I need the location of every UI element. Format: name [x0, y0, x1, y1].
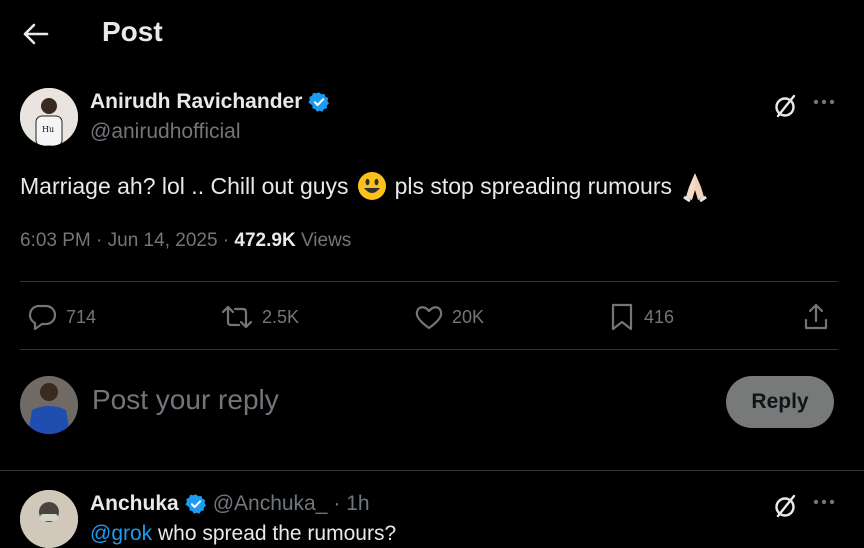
comment-icon: [28, 304, 57, 331]
reply-author: Anchuka @Anchuka_ · 1h: [90, 492, 370, 516]
post-text-part2: pls stop spreading rumours: [394, 172, 672, 199]
grok-button[interactable]: [772, 92, 800, 120]
reply-text: @grok who spread the rumours?: [90, 522, 396, 546]
grok-button[interactable]: [772, 492, 800, 520]
post-text-part1: Marriage ah? lol .. Chill out guys: [20, 172, 349, 199]
reply-input[interactable]: Post your reply: [92, 384, 279, 416]
grok-icon: [775, 94, 796, 118]
more-horizontal-icon: [813, 499, 835, 505]
svg-text:Hu: Hu: [42, 125, 54, 134]
author-avatar[interactable]: Hu: [20, 88, 78, 146]
reply-count: 714: [66, 306, 97, 327]
more-options-button[interactable]: [810, 492, 838, 516]
reply-author-handle[interactable]: @Anchuka_: [213, 492, 328, 516]
more-options-button[interactable]: [810, 92, 838, 116]
bookmark-count: 416: [644, 306, 675, 327]
reply-timestamp[interactable]: · 1h: [333, 492, 369, 516]
reply-author-avatar[interactable]: [20, 490, 78, 548]
like-count: 20K: [452, 306, 485, 327]
bookmark-action[interactable]: 416: [608, 300, 674, 334]
divider: [20, 281, 838, 282]
post-text: Marriage ah? lol .. Chill out guys pls s…: [20, 170, 710, 202]
views-count: 472.9K: [234, 230, 296, 251]
reply-action[interactable]: 714: [28, 300, 96, 334]
share-icon: [804, 303, 828, 330]
author-handle[interactable]: @anirudhofficial: [90, 120, 241, 144]
more-horizontal-icon: [813, 99, 835, 105]
folded-hands-emoji-icon: [680, 170, 710, 202]
reply-button[interactable]: Reply: [726, 376, 834, 428]
repost-count: 2.5K: [262, 306, 300, 327]
post-meta: 6:03 PM · Jun 14, 2025 · 472.9K Views: [20, 230, 351, 252]
post-timestamp[interactable]: 6:03 PM · Jun 14, 2025 ·: [20, 230, 234, 251]
repost-action[interactable]: 2.5K: [220, 300, 299, 334]
author-name-text: Anirudh Ravichander: [90, 90, 303, 113]
divider: [20, 349, 838, 350]
bookmark-icon: [611, 303, 633, 331]
verified-badge-icon: [185, 494, 206, 514]
page-title: Post: [102, 16, 163, 47]
divider: [0, 470, 864, 471]
views-label: Views: [295, 230, 352, 251]
user-avatar[interactable]: [20, 376, 78, 434]
back-button[interactable]: [20, 18, 52, 50]
like-action[interactable]: 20K: [414, 300, 484, 334]
verified-badge-icon: [308, 92, 330, 112]
author-name[interactable]: Anirudh Ravichander: [90, 90, 330, 114]
grok-icon: [775, 494, 796, 518]
smiley-emoji-icon: [357, 171, 387, 201]
arrow-left-icon: [23, 23, 49, 45]
repost-icon: [221, 305, 253, 329]
mention-link[interactable]: @grok: [90, 522, 152, 545]
share-action[interactable]: [802, 300, 830, 334]
reply-author-name[interactable]: Anchuka: [90, 492, 179, 516]
heart-icon: [415, 306, 443, 330]
reply-text-body: who spread the rumours?: [152, 522, 397, 545]
